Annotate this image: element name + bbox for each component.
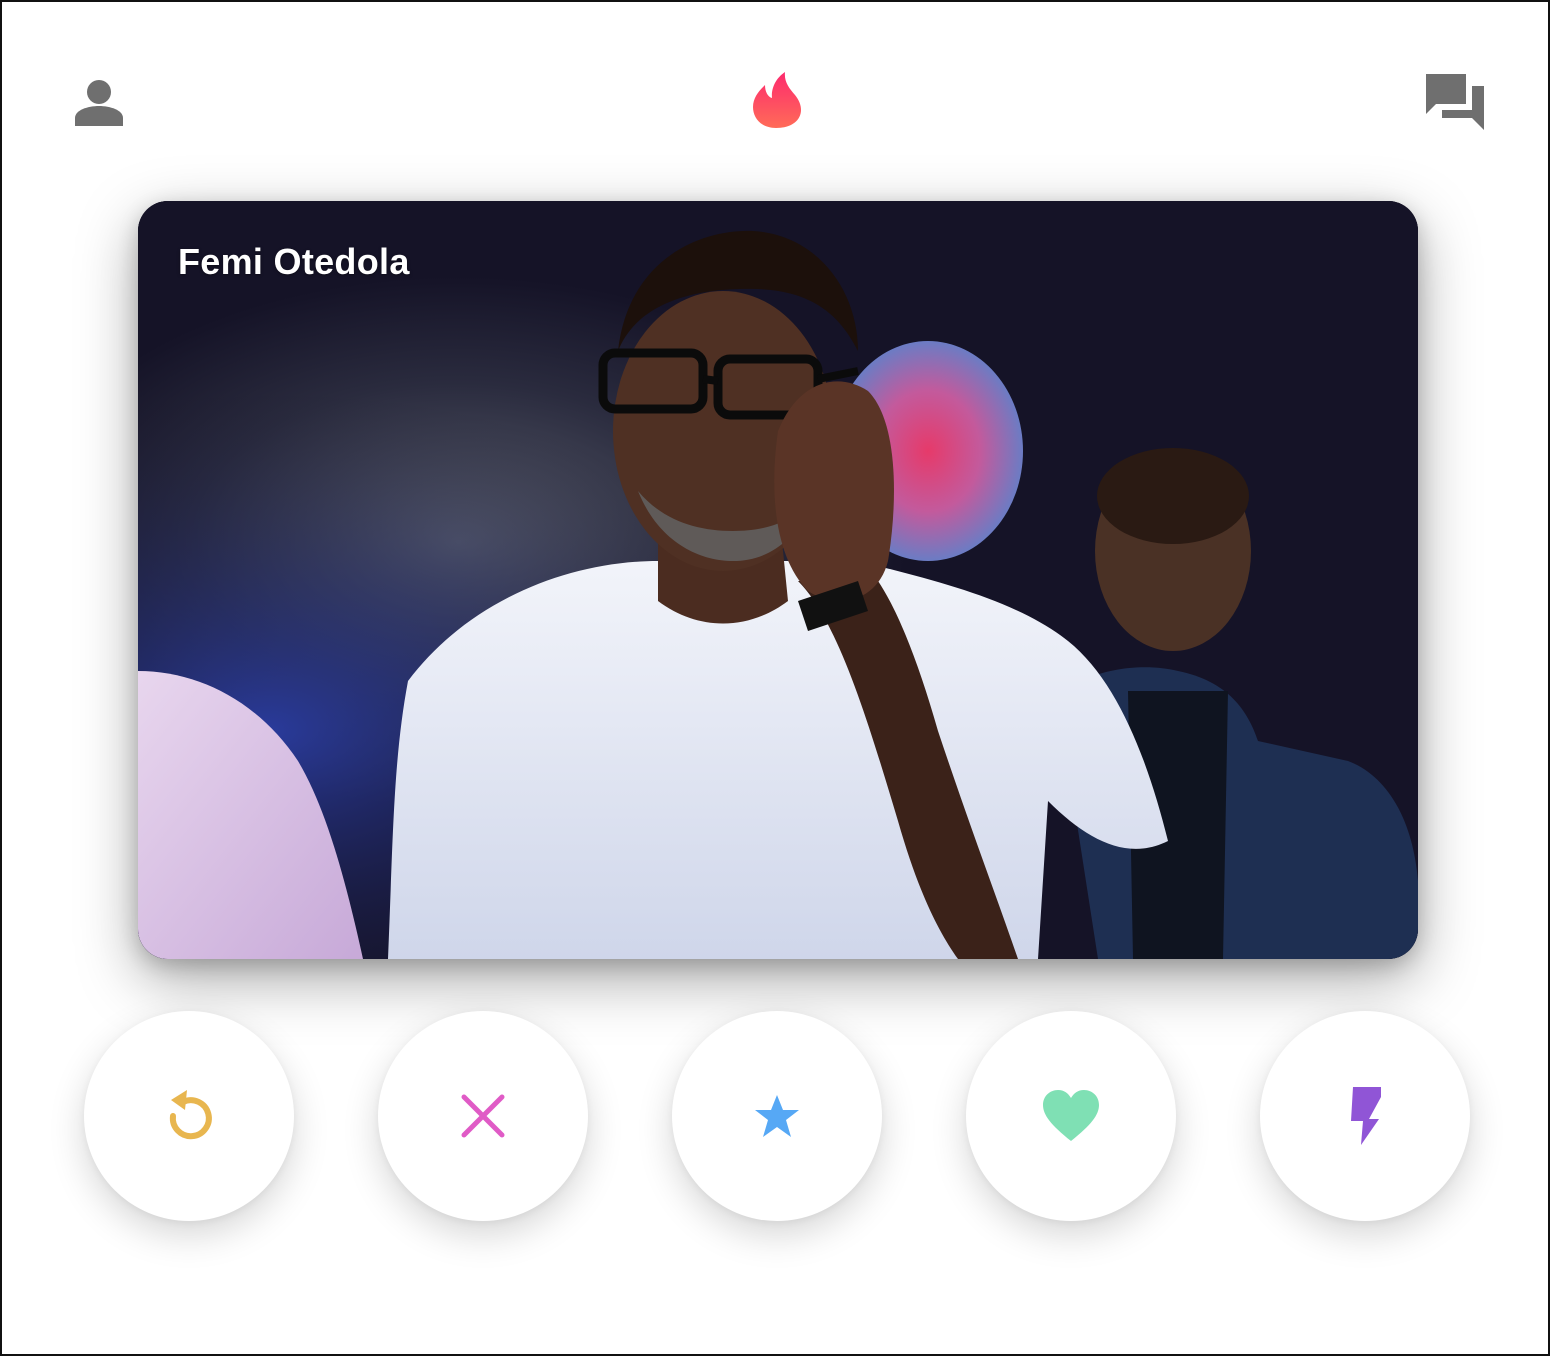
boost-button[interactable] xyxy=(1260,1011,1470,1221)
profile-icon[interactable] xyxy=(74,78,124,128)
profile-name: Femi Otedola xyxy=(178,241,410,282)
like-button[interactable] xyxy=(966,1011,1176,1221)
profile-photo xyxy=(138,201,1418,959)
rewind-icon xyxy=(169,1090,212,1140)
rewind-button[interactable] xyxy=(84,1011,294,1221)
messages-icon[interactable] xyxy=(1422,70,1488,132)
flame-logo-icon[interactable] xyxy=(749,70,805,130)
close-icon xyxy=(461,1094,505,1138)
lightning-icon xyxy=(1351,1087,1381,1145)
app-window: Femi Otedola xyxy=(0,0,1550,1356)
heart-icon xyxy=(1043,1090,1099,1141)
profile-card[interactable]: Femi Otedola xyxy=(138,201,1418,959)
star-icon xyxy=(755,1095,799,1137)
super-like-button[interactable] xyxy=(672,1011,882,1221)
nope-button[interactable] xyxy=(378,1011,588,1221)
